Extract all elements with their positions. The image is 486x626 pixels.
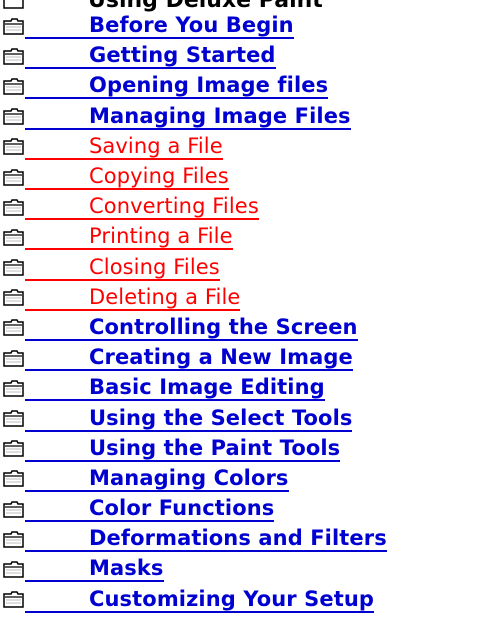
folder-icon — [3, 48, 24, 65]
toc-topic-link[interactable]: Managing Image Files — [25, 104, 351, 130]
toc-subtopic-link[interactable]: Converting Files — [25, 194, 259, 221]
folder-icon — [3, 0, 24, 9]
folder-icon — [3, 349, 24, 367]
toc-link-label: Managing Image Files — [89, 103, 351, 128]
toc-link-label: Using the Select Tools — [89, 405, 353, 430]
toc-link-label: Before You Begin — [89, 13, 294, 38]
toc-subtopic-link[interactable]: Printing a File — [25, 224, 233, 251]
toc-link-label: Getting Started — [89, 43, 276, 68]
toc-row: Using the Paint Tools — [0, 434, 486, 464]
folder-icon — [3, 78, 24, 95]
folder-icon — [3, 198, 24, 216]
toc-row: Using the Select Tools — [0, 403, 486, 433]
toc-topic-link[interactable]: Basic Image Editing — [25, 375, 325, 402]
toc-topic-link[interactable]: Customizing Your Setup — [25, 586, 375, 613]
toc-row: Printing a File — [0, 222, 486, 252]
folder-icon — [3, 531, 24, 548]
toc-row: Opening Image files — [0, 71, 486, 101]
toc-link-label: Masks — [89, 556, 164, 581]
toc-row: Copying Files — [0, 162, 486, 192]
folder-icon — [3, 319, 24, 337]
toc-row: Getting Started — [0, 41, 486, 71]
table-of-contents: Using Deluxe Paint Before You Begin Getti… — [0, 0, 486, 615]
toc-row: Managing Image Files — [0, 102, 486, 132]
toc-row: Saving a File — [0, 132, 486, 162]
toc-row: Basic Image Editing — [0, 373, 486, 403]
toc-subtopic-link[interactable]: Closing Files — [25, 255, 220, 281]
toc-subtopic-link[interactable]: Deleting a File — [25, 284, 241, 311]
toc-topic-link[interactable]: Creating a New Image — [25, 345, 353, 372]
toc-link-label: Deleting a File — [89, 284, 241, 309]
toc-link-label: Opening Image files — [89, 73, 329, 98]
folder-icon — [3, 138, 24, 156]
toc-topic-link[interactable]: Using the Select Tools — [25, 405, 353, 432]
folder-icon — [3, 259, 24, 276]
toc-row: Closing Files — [0, 253, 486, 283]
folder-icon — [3, 561, 24, 578]
toc-link-label: Printing a File — [89, 224, 233, 249]
toc-row: Color Functions — [0, 494, 486, 524]
toc-row: Customizing Your Setup — [0, 585, 486, 615]
toc-topic-link[interactable]: Color Functions — [25, 496, 275, 523]
toc-link-label: Controlling the Screen — [89, 314, 358, 339]
folder-icon — [3, 410, 24, 427]
toc-header-title: Using Deluxe Paint — [88, 0, 323, 13]
toc-topic-link[interactable]: Opening Image files — [25, 73, 329, 100]
toc-link-label: Copying Files — [89, 164, 229, 189]
toc-row: Masks — [0, 554, 486, 584]
toc-link-label: Creating a New Image — [89, 345, 353, 370]
folder-icon — [3, 591, 24, 608]
toc-link-label: Basic Image Editing — [89, 375, 325, 400]
toc-link-label: Deformations and Filters — [89, 526, 387, 551]
toc-link-label: Saving a File — [89, 133, 223, 158]
toc-subtopic-link[interactable]: Saving a File — [25, 134, 223, 160]
toc-row: Deformations and Filters — [0, 524, 486, 554]
toc-topic-link[interactable]: Deformations and Filters — [25, 526, 387, 553]
toc-link-label: Converting Files — [89, 194, 259, 219]
toc-row: Converting Files — [0, 192, 486, 222]
toc-row: Controlling the Screen — [0, 313, 486, 343]
toc-list: Before You Begin Getting Started Opening I… — [0, 11, 486, 615]
folder-icon — [3, 380, 24, 397]
toc-link-label: Customizing Your Setup — [89, 586, 375, 611]
toc-link-label: Color Functions — [89, 496, 275, 521]
toc-topic-link[interactable]: Managing Colors — [25, 466, 289, 492]
toc-topic-link[interactable]: Using the Paint Tools — [25, 435, 341, 462]
toc-row: Managing Colors — [0, 464, 486, 494]
toc-subtopic-link[interactable]: Copying Files — [25, 164, 229, 191]
folder-icon — [3, 229, 24, 246]
toc-topic-link[interactable]: Masks — [25, 556, 164, 583]
toc-row: Deleting a File — [0, 283, 486, 313]
folder-icon — [3, 289, 24, 307]
toc-link-label: Using the Paint Tools — [89, 435, 341, 460]
folder-icon — [3, 17, 24, 35]
folder-icon — [3, 168, 24, 186]
toc-row: Before You Begin — [0, 11, 486, 41]
toc-row: Creating a New Image — [0, 343, 486, 373]
toc-link-label: Managing Colors — [89, 465, 289, 490]
folder-icon — [3, 440, 24, 457]
toc-link-label: Closing Files — [89, 254, 220, 279]
toc-header-row: Using Deluxe Paint — [0, 0, 486, 13]
folder-icon — [3, 108, 24, 125]
toc-topic-link[interactable]: Getting Started — [25, 43, 276, 70]
toc-topic-link[interactable]: Controlling the Screen — [25, 315, 358, 341]
folder-icon — [3, 470, 24, 488]
toc-topic-link[interactable]: Before You Begin — [25, 13, 294, 40]
folder-icon — [3, 500, 24, 518]
